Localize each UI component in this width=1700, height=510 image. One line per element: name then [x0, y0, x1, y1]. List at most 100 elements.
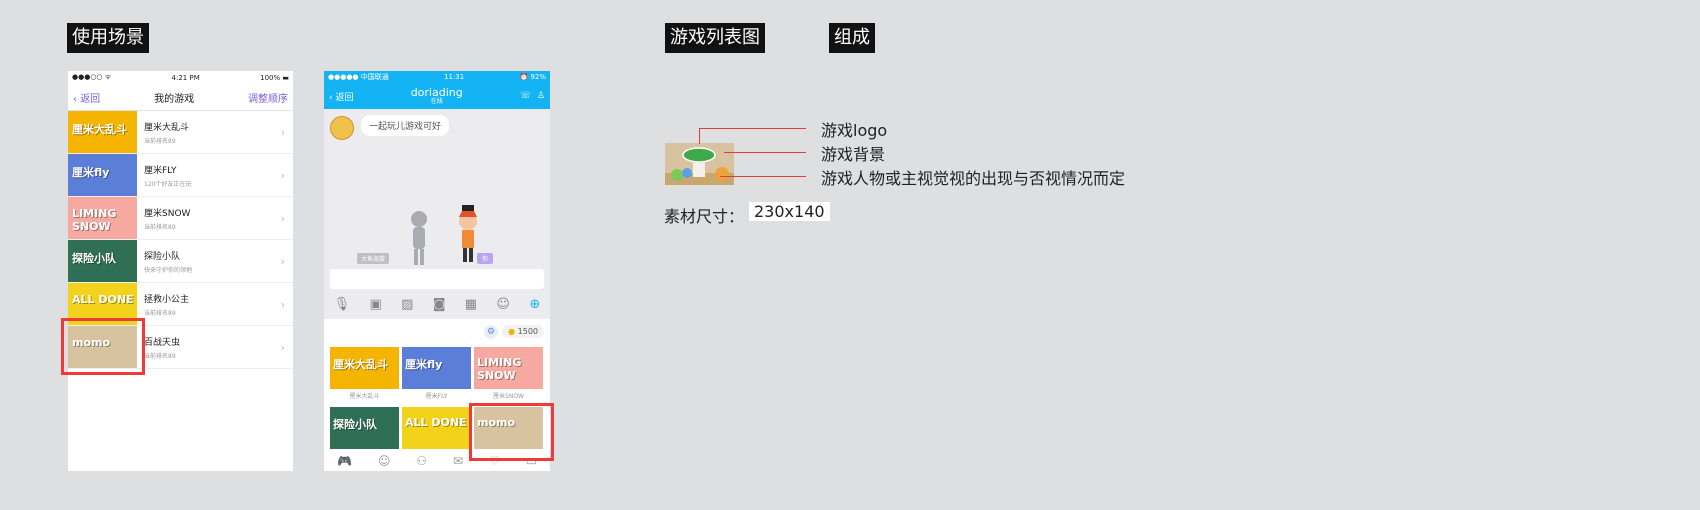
tile-caption: 厘米大乱斗 [349, 393, 380, 400]
character-tag-right: 你 [477, 253, 494, 264]
page-title: 我的游戏 [154, 93, 195, 105]
section-label-usage: 使用场景 [67, 23, 149, 53]
thumbnail-art-text: LIMING SNOW [72, 207, 117, 233]
game-thumbnail: 探险小队 [68, 240, 137, 282]
annotation-logo: 游戏logo [821, 121, 888, 140]
game-tab-icon[interactable]: 🎮 [337, 454, 352, 468]
friends-tab-icon[interactable]: ⚇ [416, 454, 427, 468]
leader-line [699, 128, 806, 129]
game-name: 厘米FLY [144, 165, 177, 176]
back-button[interactable]: ‹ 返回 [329, 90, 353, 103]
profile-icon[interactable]: ♙ [537, 91, 545, 101]
online-status: 在线 [430, 97, 443, 105]
chat-bubble: 一起玩儿游戏可好 [361, 115, 450, 136]
status-time: 4:21 PM [171, 73, 200, 82]
game-thumbnail: 厘米大乱斗 [68, 111, 137, 153]
game-name: 百战天虫 [144, 337, 181, 348]
highlight-box-list [61, 318, 145, 375]
thumbnail-art-text: 厘米fly [72, 166, 110, 179]
grey-character-figure [411, 211, 427, 265]
game-tile[interactable]: 探险小队 [330, 407, 399, 449]
carrier: ●●●●● 中国联通 [328, 73, 389, 81]
back-button[interactable]: ‹ 返回 [73, 90, 100, 105]
game-subtitle: 当前排名89 [144, 309, 176, 317]
game-list-row[interactable]: LIMING SNOW 厘米SNOW 当前排名89 › [68, 197, 293, 240]
game-icon-sample [665, 143, 734, 185]
emoji-icon[interactable]: ☺ [496, 297, 510, 312]
gift-icon[interactable]: ▦ [465, 297, 477, 312]
plus-icon[interactable]: ⊕ [529, 297, 540, 312]
game-thumbnail: LIMING SNOW [68, 197, 137, 239]
coin-icon: ● [508, 327, 516, 336]
tile-art-text: LIMING SNOW [477, 356, 522, 382]
alarm-icon: ⏰ [519, 73, 531, 81]
chat-nav-bar: ‹ 返回 doriading 在线 ☏ ♙ [324, 83, 550, 109]
status-time: 11:31 [444, 73, 465, 81]
size-label: 素材尺寸： [664, 207, 745, 226]
microphone-icon[interactable]: 🎙 [334, 297, 351, 312]
game-list-row[interactable]: 厘米大乱斗 厘米大乱斗当前排名89 › [68, 111, 293, 154]
section-label-composition: 组成 [829, 23, 875, 53]
coin-count: 1500 [517, 327, 538, 336]
leader-line [720, 176, 806, 177]
phone-my-games: ●●●○○ ᯤ 4:21 PM 100% ▬ ‹ 返回 我的游戏 调整顺序 厘米… [68, 71, 293, 471]
message-input[interactable] [330, 269, 544, 289]
leader-line [724, 152, 806, 153]
game-subtitle: 当前排名89 [144, 223, 176, 231]
game-name: 厘米大乱斗 [144, 122, 190, 133]
game-name: 探险小队 [144, 251, 181, 262]
game-tile[interactable]: LIMING SNOW [474, 347, 543, 389]
size-value: 230x140 [749, 202, 830, 221]
back-label: 返回 [335, 92, 354, 103]
phone-icon[interactable]: ☏ [520, 91, 531, 101]
game-name: 厘米SNOW [144, 208, 191, 219]
status-bar: ●●●●● 中国联通 11:31 ⏰ 92% [324, 71, 550, 83]
tile-art-text: 厘米大乱斗 [333, 358, 388, 371]
camera-icon[interactable]: ◙ [433, 297, 446, 312]
status-bar: ●●●○○ ᯤ 4:21 PM 100% ▬ [68, 71, 293, 84]
battery-percent: 100% [260, 73, 281, 82]
chat-tab-icon[interactable]: ✉ [453, 454, 463, 468]
game-subtitle: 当前排名89 [144, 352, 176, 360]
chevron-right-icon: › [280, 298, 285, 311]
highlight-box-grid [469, 403, 554, 461]
coin-balance: ● 1500 [502, 325, 544, 338]
image-icon[interactable]: ▨ [401, 297, 413, 312]
annotation-character: 游戏人物或主视觉视的出现与否视情况而定 [821, 169, 1126, 188]
character-tab-icon[interactable]: ☺ [378, 454, 391, 468]
game-thumbnail: 厘米fly [68, 154, 137, 196]
game-subtitle: 120个好友正在玩 [144, 180, 192, 188]
thumbnail-art-text: ALL DONE [72, 293, 134, 306]
chevron-right-icon: › [280, 126, 285, 139]
game-name: 拯救小公主 [144, 294, 190, 305]
game-tile[interactable]: 厘米fly [402, 347, 471, 389]
chevron-right-icon: › [280, 169, 285, 182]
game-subtitle: 快来守护你的领地 [144, 266, 193, 274]
game-subtitle: 当前排名89 [144, 137, 176, 145]
chat-toolbar: 🎙 ▣ ▨ ◙ ▦ ☺ ⊕ [324, 294, 550, 314]
tile-caption: 厘米SNOW [493, 393, 524, 400]
chevron-right-icon: › [280, 255, 285, 268]
section-label-list-icon: 游戏列表图 [665, 23, 765, 53]
game-list-row[interactable]: 探险小队 探险小队快来守护你的领地 › [68, 240, 293, 283]
chevron-right-icon: › [280, 212, 285, 225]
nav-bar: ‹ 返回 我的游戏 调整顺序 [68, 84, 293, 111]
battery-icon: ▬ [282, 73, 289, 82]
game-list-row[interactable]: 厘米fly 厘米FLY 120个好友正在玩 › [68, 154, 293, 197]
annotation-background: 游戏背景 [821, 145, 886, 164]
chat-title: doriading [410, 86, 463, 100]
reorder-button[interactable]: 调整顺序 [248, 90, 288, 105]
video-icon[interactable]: ▣ [370, 297, 382, 312]
back-label: 返回 [80, 93, 101, 105]
tile-art-text: 厘米fly [405, 358, 443, 371]
settings-icon[interactable]: ⚙ [484, 325, 498, 339]
momo-artwork [665, 143, 734, 185]
thumbnail-art-text: 探险小队 [72, 252, 116, 265]
game-tile[interactable]: 厘米大乱斗 [330, 347, 399, 389]
tile-caption: 厘米FLY [425, 393, 448, 400]
thumbnail-art-text: 厘米大乱斗 [72, 123, 127, 136]
game-tile[interactable]: ALL DONE [402, 407, 471, 449]
tile-art-text: ALL DONE [405, 416, 467, 429]
avatar[interactable] [330, 116, 354, 140]
chevron-right-icon: › [280, 341, 285, 354]
